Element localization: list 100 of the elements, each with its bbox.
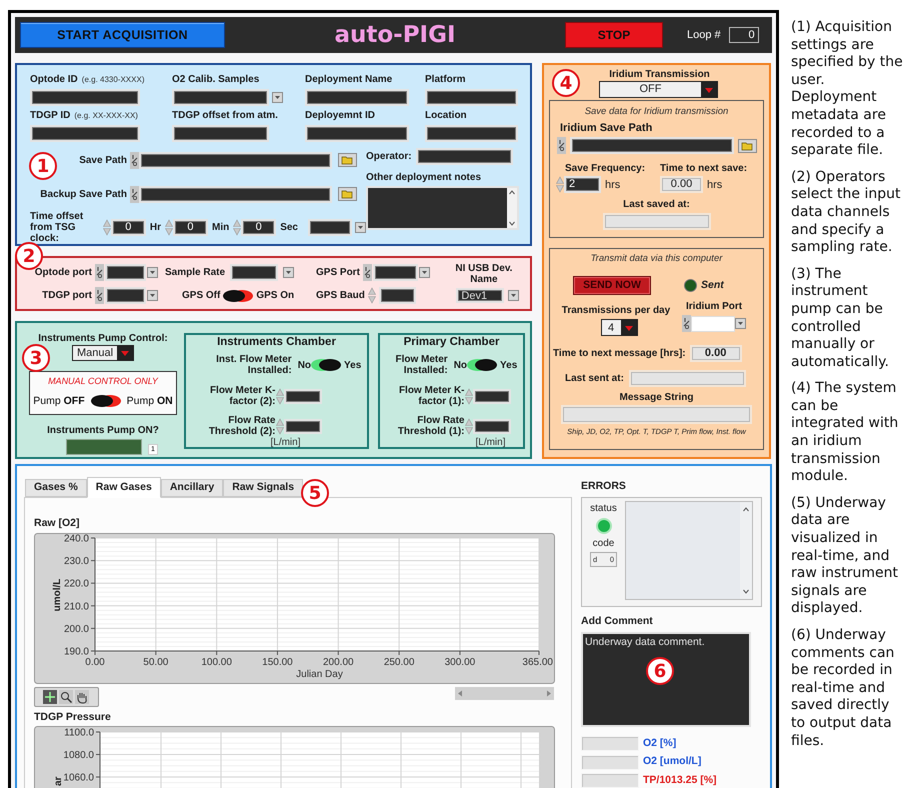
input-field[interactable]: 0: [172, 219, 208, 236]
status-text: Sent: [701, 278, 724, 293]
tick-label: 150.00: [262, 656, 293, 668]
folder-button[interactable]: [338, 187, 357, 201]
tab[interactable]: Gases %: [25, 479, 87, 497]
input-field[interactable]: [372, 264, 418, 281]
field-label: Iridium Transmission: [609, 69, 710, 80]
stop-button[interactable]: STOP: [565, 22, 663, 48]
dropdown-button[interactable]: [508, 290, 520, 301]
dropdown-field[interactable]: Manual: [72, 345, 134, 361]
input-field[interactable]: 2: [564, 176, 601, 194]
legend-label: O2 [%]: [643, 736, 676, 750]
input-field[interactable]: Dev1: [456, 288, 504, 303]
field-label: GPS Port: [316, 267, 360, 278]
notes-field[interactable]: [366, 186, 519, 230]
field-label: Instruments Pump Control:: [38, 333, 168, 344]
folder-button[interactable]: [338, 153, 357, 167]
field-label: Sec: [280, 222, 298, 233]
input-field[interactable]: [472, 418, 510, 434]
dropdown-button[interactable]: [147, 290, 158, 301]
unit-label: hrs: [605, 178, 620, 192]
input-field[interactable]: [425, 125, 518, 142]
tick-label: 1080.0: [63, 750, 94, 760]
input-field[interactable]: [472, 388, 510, 404]
dropdown-field[interactable]: OFF: [599, 81, 718, 98]
dropdown-button[interactable]: [147, 267, 158, 278]
input-field[interactable]: [139, 186, 332, 202]
toggle-switch[interactable]: [467, 358, 498, 372]
legend-swatch: [581, 754, 639, 770]
input-field[interactable]: [30, 89, 140, 106]
input-field[interactable]: [105, 287, 146, 304]
step-marker: 1: [29, 152, 57, 180]
input-field[interactable]: [570, 137, 734, 154]
zoom-icon[interactable]: [59, 690, 73, 704]
tab[interactable]: Raw Signals: [223, 479, 304, 497]
field-label: Instruments Pump ON?: [47, 425, 159, 436]
scrollbar[interactable]: [507, 188, 517, 228]
note-text: (6) Underway comments can be recorded in real-time and saved directly to output data files.: [791, 627, 896, 750]
input-field[interactable]: [378, 287, 416, 304]
input-field[interactable]: [691, 316, 735, 332]
caption-text: MANUAL CONTROL ONLY: [48, 375, 158, 388]
folder-button[interactable]: [738, 138, 756, 153]
hint-text: (e.g. XX-XXX-XX): [74, 110, 138, 122]
unit-label: hrs: [707, 178, 722, 192]
toggle-switch[interactable]: [311, 358, 342, 372]
input-field[interactable]: [172, 125, 269, 142]
input-field[interactable]: [172, 89, 269, 106]
field-label: GPS Off: [182, 290, 220, 301]
input-field[interactable]: [425, 89, 518, 106]
dropdown-button[interactable]: [283, 267, 294, 278]
input-field[interactable]: [305, 89, 409, 106]
input-field[interactable]: [284, 388, 322, 404]
tab[interactable]: Ancillary: [160, 479, 224, 497]
field-label: Last saved at:: [623, 199, 690, 210]
dropdown-button[interactable]: [272, 92, 283, 103]
hand-icon[interactable]: [75, 690, 89, 704]
loop-counter: 0: [728, 27, 759, 43]
tab[interactable]: Raw Gases: [86, 477, 161, 498]
unit-label: [L/min]: [270, 437, 300, 448]
field-label: Flow Meter Installed:: [394, 354, 448, 376]
input-field[interactable]: [308, 219, 352, 236]
input-field[interactable]: 0: [110, 219, 146, 236]
field-label: Flow Rate Threshold (1):: [396, 415, 464, 437]
dropdown-button[interactable]: [418, 267, 430, 278]
input-field[interactable]: [105, 264, 146, 281]
app-title: auto-PIGI: [333, 20, 457, 50]
y-axis: [96, 731, 100, 788]
io-icon: [556, 137, 566, 154]
caret-icon: [701, 82, 717, 97]
field-label: Time offset from TSG clock:: [30, 211, 84, 244]
input-field[interactable]: 0: [241, 219, 276, 236]
io-icon: [95, 287, 104, 304]
horizontal-scrollbar[interactable]: [455, 686, 554, 700]
start-button[interactable]: START ACQUISITION: [20, 22, 225, 48]
io-icon: [362, 264, 372, 281]
field-label: Iridium Save Path: [560, 123, 652, 134]
dropdown-button[interactable]: [735, 318, 746, 330]
input-field[interactable]: [139, 152, 332, 168]
field-label: Time to next save:: [660, 163, 748, 174]
field-label: No: [298, 360, 312, 370]
field-label: Flow Meter K-factor (2):: [208, 385, 276, 407]
field-label: Optode ID: [30, 74, 78, 85]
field-label: Operator:: [366, 151, 412, 162]
input-field[interactable]: [416, 148, 513, 165]
dropdown-button[interactable]: [355, 222, 366, 233]
input-field[interactable]: [305, 125, 409, 142]
input-field[interactable]: [30, 125, 140, 142]
field-label: Primary Chamber: [404, 337, 500, 348]
field-label: Deployment Name: [305, 74, 392, 85]
crosshair-icon[interactable]: [43, 690, 57, 704]
field-label: Time to next message [hrs]:: [553, 348, 686, 360]
field-label: Flow Meter K-factor (1):: [398, 385, 464, 407]
input-field[interactable]: [284, 418, 322, 434]
scrollbar[interactable]: [740, 502, 752, 599]
field-label: Platform: [425, 74, 466, 85]
io-icon: [130, 186, 139, 202]
input-field[interactable]: [230, 264, 278, 281]
field-label: Instruments Chamber: [217, 337, 336, 348]
dropdown-field[interactable]: 4: [600, 319, 638, 336]
toggle-switch[interactable]: [223, 288, 254, 302]
